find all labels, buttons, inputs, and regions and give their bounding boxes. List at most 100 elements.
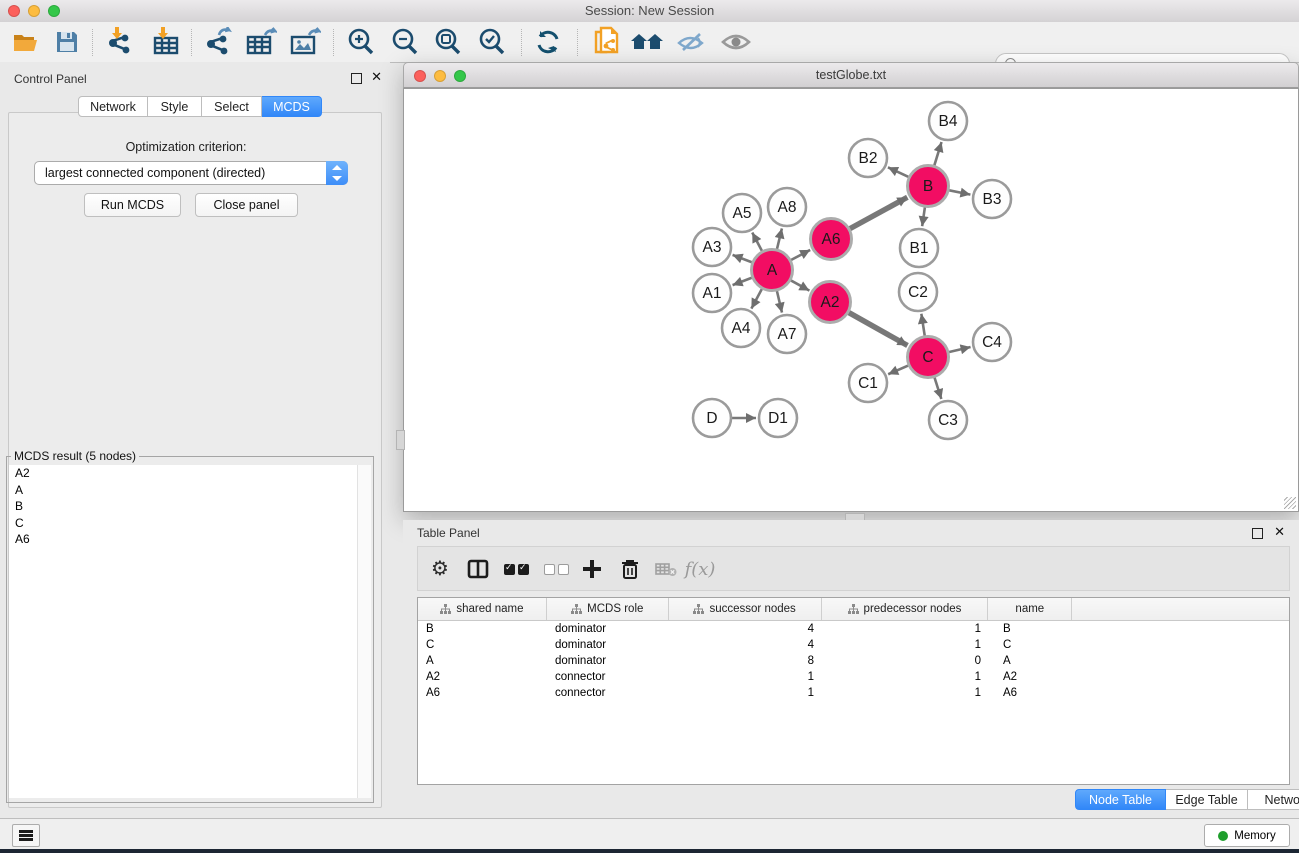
- refresh-icon[interactable]: [531, 26, 565, 58]
- edge-B-B2[interactable]: [888, 167, 911, 178]
- zoom-out-icon[interactable]: [388, 26, 422, 58]
- node-C[interactable]: C: [908, 337, 949, 378]
- node-A4[interactable]: A4: [722, 309, 760, 347]
- edge-A-A8[interactable]: [776, 228, 782, 252]
- column-header-shared-name[interactable]: shared name: [418, 598, 547, 620]
- table-row[interactable]: A6connector11A6: [418, 685, 1289, 701]
- node-B4[interactable]: B4: [929, 102, 967, 140]
- export-image-icon[interactable]: [288, 26, 322, 58]
- table-cell[interactable]: 1: [669, 685, 822, 701]
- close-panel-icon[interactable]: ✕: [371, 71, 382, 82]
- table-cell[interactable]: dominator: [547, 653, 669, 669]
- table-cell[interactable]: A6: [418, 685, 547, 701]
- tab-style[interactable]: Style: [148, 96, 202, 117]
- tab-node-table[interactable]: Node Table: [1075, 789, 1166, 810]
- edge-C-C1[interactable]: [888, 364, 911, 374]
- run-mcds-button[interactable]: Run MCDS: [84, 193, 181, 217]
- result-list-item[interactable]: C: [9, 515, 357, 532]
- export-table-icon[interactable]: [244, 26, 278, 58]
- memory-button[interactable]: Memory: [1204, 824, 1290, 847]
- function-builder-icon[interactable]: f(x): [684, 554, 716, 584]
- close-table-panel-icon[interactable]: ✕: [1274, 526, 1285, 537]
- node-A[interactable]: A: [752, 250, 793, 291]
- column-header-successor-nodes[interactable]: successor nodes: [669, 598, 822, 620]
- table-cell[interactable]: 1: [822, 669, 989, 685]
- node-B[interactable]: B: [908, 166, 949, 207]
- table-cell[interactable]: 1: [822, 685, 989, 701]
- node-D[interactable]: D: [693, 399, 731, 437]
- table-cell[interactable]: 1: [822, 637, 989, 653]
- node-table[interactable]: shared nameMCDS rolesuccessor nodesprede…: [417, 597, 1290, 785]
- unselect-all-columns-icon[interactable]: [540, 554, 572, 584]
- result-list-item[interactable]: A: [9, 482, 357, 499]
- column-header-MCDS-role[interactable]: MCDS role: [547, 598, 669, 620]
- node-A6[interactable]: A6: [811, 219, 852, 260]
- table-row[interactable]: A2connector11A2: [418, 669, 1289, 685]
- open-session-icon[interactable]: [9, 26, 43, 58]
- network-window-titlebar[interactable]: testGlobe.txt: [403, 62, 1299, 88]
- edge-C-C3[interactable]: [934, 375, 942, 399]
- task-history-button[interactable]: [12, 824, 40, 847]
- table-row[interactable]: Bdominator41B: [418, 621, 1289, 637]
- tab-edge-table[interactable]: Edge Table: [1166, 789, 1248, 810]
- delete-table-icon[interactable]: [650, 554, 682, 584]
- node-B3[interactable]: B3: [973, 180, 1011, 218]
- edge-A-A6[interactable]: [788, 250, 810, 261]
- show-eye-icon[interactable]: [719, 26, 753, 58]
- result-list-item[interactable]: A6: [9, 531, 357, 548]
- table-cell[interactable]: connector: [547, 685, 669, 701]
- save-session-icon[interactable]: [50, 26, 84, 58]
- zoom-fit-icon[interactable]: [431, 26, 465, 58]
- tab-select[interactable]: Select: [202, 96, 262, 117]
- table-cell[interactable]: A: [418, 653, 547, 669]
- node-A7[interactable]: A7: [768, 315, 806, 353]
- tab-mcds[interactable]: MCDS: [262, 96, 322, 117]
- table-cell[interactable]: A2: [418, 669, 547, 685]
- add-column-icon[interactable]: [576, 554, 608, 584]
- zoom-selected-icon[interactable]: [475, 26, 509, 58]
- result-list-item[interactable]: B: [9, 498, 357, 515]
- table-cell[interactable]: connector: [547, 669, 669, 685]
- import-network-icon[interactable]: [103, 26, 137, 58]
- table-cell[interactable]: A2: [989, 669, 1073, 685]
- edge-A6-B[interactable]: [847, 197, 907, 230]
- tab-network[interactable]: Network: [78, 96, 148, 117]
- show-columns-icon[interactable]: [462, 554, 494, 584]
- table-cell[interactable]: C: [989, 637, 1073, 653]
- edge-A-A4[interactable]: [751, 286, 763, 308]
- node-A1[interactable]: A1: [693, 274, 731, 312]
- result-list-scrollbar[interactable]: [357, 465, 371, 798]
- edge-A-A3[interactable]: [733, 255, 755, 264]
- network-graph[interactable]: B4B2BB3A8A5A6A3B1AC2A1A2A4A7C4CC1DD1C3: [404, 89, 1298, 511]
- close-panel-button[interactable]: Close panel: [195, 193, 298, 217]
- edge-B-B3[interactable]: [946, 190, 970, 195]
- node-C1[interactable]: C1: [849, 364, 887, 402]
- node-D1[interactable]: D1: [759, 399, 797, 437]
- float-table-panel-icon[interactable]: [1252, 528, 1263, 539]
- table-cell[interactable]: dominator: [547, 621, 669, 637]
- column-header-predecessor-nodes[interactable]: predecessor nodes: [822, 598, 989, 620]
- table-cell[interactable]: A: [989, 653, 1073, 669]
- column-header-name[interactable]: name: [988, 598, 1072, 620]
- window-resize-grip[interactable]: [1284, 497, 1296, 509]
- node-A3[interactable]: A3: [693, 228, 731, 266]
- table-cell[interactable]: 1: [822, 621, 989, 637]
- table-cell[interactable]: 0: [822, 653, 989, 669]
- edge-C-C4[interactable]: [946, 347, 971, 353]
- edge-A-A7[interactable]: [776, 288, 782, 313]
- node-C2[interactable]: C2: [899, 273, 937, 311]
- result-list-item[interactable]: A2: [9, 465, 357, 482]
- node-B1[interactable]: B1: [900, 229, 938, 267]
- node-C4[interactable]: C4: [973, 323, 1011, 361]
- edge-A-A5[interactable]: [752, 232, 763, 253]
- node-A5[interactable]: A5: [723, 194, 761, 232]
- edge-A2-C[interactable]: [846, 311, 907, 345]
- criterion-select[interactable]: largest connected component (directed): [34, 161, 348, 185]
- edge-B-B4[interactable]: [933, 142, 941, 168]
- table-cell[interactable]: 4: [669, 621, 822, 637]
- edge-A-A2[interactable]: [788, 279, 809, 291]
- mcds-result-list[interactable]: A2ABCA6: [9, 465, 357, 798]
- float-panel-icon[interactable]: [351, 73, 362, 84]
- node-A2[interactable]: A2: [810, 282, 851, 323]
- table-cell[interactable]: dominator: [547, 637, 669, 653]
